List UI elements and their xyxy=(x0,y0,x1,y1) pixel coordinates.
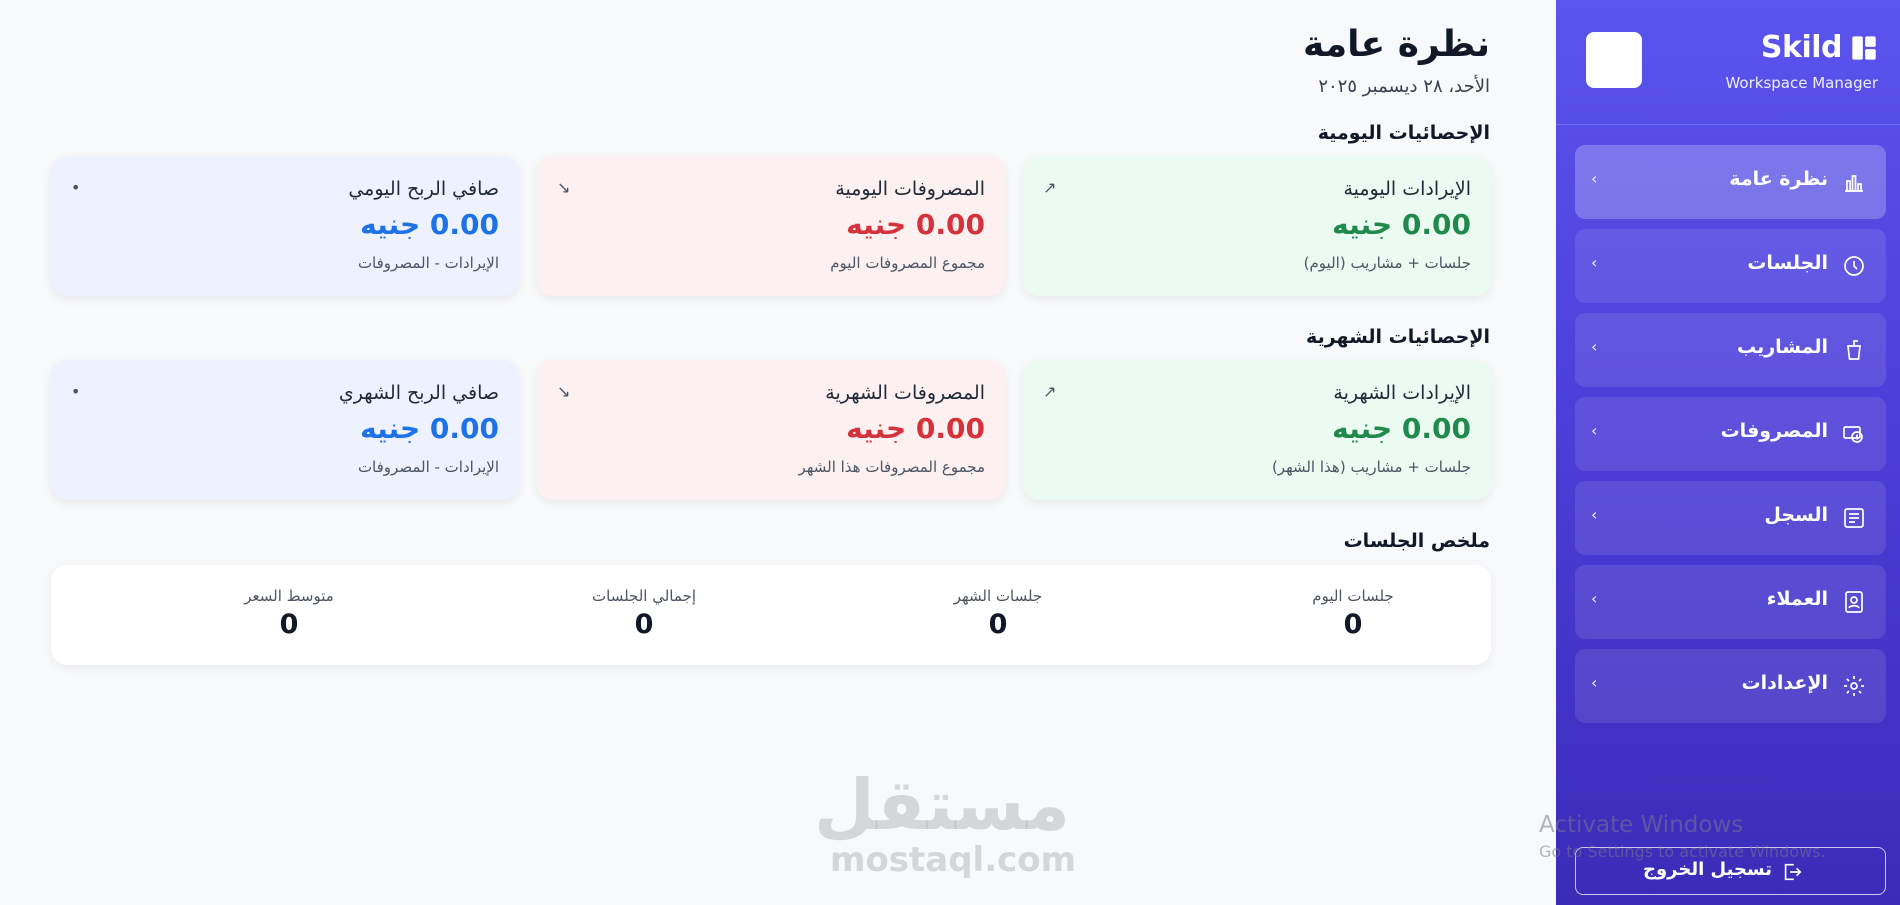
logout-button[interactable]: تسجيل الخروج xyxy=(1575,847,1886,895)
sidebar-divider xyxy=(1556,124,1900,125)
watermark: مستقل mostaql.com xyxy=(813,764,1077,880)
summary-label: إجمالي الجلسات xyxy=(592,587,696,605)
money-icon xyxy=(1843,426,1863,443)
card-value: 0.00 جنيه xyxy=(360,412,499,445)
trend-up-icon: ↗ xyxy=(1043,178,1057,197)
summary-label: جلسات الشهر xyxy=(953,587,1043,605)
sidebar-item-label: المشاريب xyxy=(1736,336,1828,358)
chevron-left-icon: ‹ xyxy=(1591,673,1598,692)
summary-value: 0 xyxy=(279,609,299,640)
card-subtitle: جلسات + مشاريب (اليوم) xyxy=(1303,254,1471,272)
card-title: صافي الربح اليومي xyxy=(348,178,499,200)
card-title: المصروفات الشهرية xyxy=(825,382,985,404)
gear-icon xyxy=(1844,676,1864,696)
watermark-domain: mostaql.com xyxy=(830,840,1077,880)
summary-total-sessions: إجمالي الجلسات 0 xyxy=(494,587,794,640)
daily-revenue-card: الإيرادات اليومية 0.00 جنيه جلسات + مشار… xyxy=(1023,156,1491,296)
daily-profit-card: صافي الربح اليومي 0.00 جنيه الإيرادات - … xyxy=(51,156,519,296)
card-subtitle: جلسات + مشاريب (هذا الشهر) xyxy=(1271,458,1471,476)
summary-value: 0 xyxy=(988,609,1008,640)
bar-chart-icon xyxy=(1845,175,1863,192)
card-subtitle: الإيرادات - المصروفات xyxy=(357,254,499,272)
card-value: 0.00 جنيه xyxy=(1332,412,1471,445)
daily-section-title: الإحصائيات اليومية xyxy=(1317,122,1490,144)
card-subtitle: مجموع المصروفات اليوم xyxy=(830,254,985,272)
contact-card-icon xyxy=(1845,591,1863,613)
sidebar-item-drinks[interactable]: المشاريب ‹ xyxy=(1575,313,1886,387)
summary-average-price: متوسط السعر 0 xyxy=(139,587,439,640)
logout-icon xyxy=(1784,863,1802,881)
sessions-summary-panel: جلسات اليوم 0 جلسات الشهر 0 إجمالي الجلس… xyxy=(51,565,1491,665)
chevron-left-icon: ‹ xyxy=(1591,253,1598,272)
sidebar-item-label: العملاء xyxy=(1766,588,1828,610)
brand-name: Skild xyxy=(1760,30,1843,65)
avatar[interactable] xyxy=(1586,32,1642,88)
sidebar-item-sessions[interactable]: الجلسات ‹ xyxy=(1575,229,1886,303)
trend-up-icon: ↗ xyxy=(1043,382,1057,401)
page-date: الأحد، ٢٨ ديسمبر ٢٠٢٥ xyxy=(1318,76,1490,97)
card-title: الإيرادات الشهرية xyxy=(1333,382,1471,404)
main-content: نظرة عامة الأحد، ٢٨ ديسمبر ٢٠٢٥ الإحصائي… xyxy=(0,0,1556,905)
daily-expenses-card: المصروفات اليومية 0.00 جنيه مجموع المصرو… xyxy=(537,156,1005,296)
sidebar-item-label: نظرة عامة xyxy=(1729,168,1828,190)
brand-subtitle: Workspace Manager xyxy=(1725,74,1878,92)
trend-down-icon: ↘ xyxy=(557,382,571,401)
trend-down-icon: ↘ xyxy=(557,178,571,197)
clock-icon xyxy=(1844,256,1864,276)
card-subtitle: الإيرادات - المصروفات xyxy=(357,458,499,476)
card-value: 0.00 جنيه xyxy=(1332,208,1471,241)
card-value: 0.00 جنيه xyxy=(360,208,499,241)
chevron-left-icon: ‹ xyxy=(1591,421,1598,440)
card-value: 0.00 جنيه xyxy=(846,412,985,445)
sidebar-item-settings[interactable]: الإعدادات ‹ xyxy=(1575,649,1886,723)
card-title: المصروفات اليومية xyxy=(835,178,985,200)
sidebar: Skild Workspace Manager نظرة عامة ‹ الجل… xyxy=(1556,0,1900,905)
chevron-left-icon: ‹ xyxy=(1591,505,1598,524)
sidebar-item-label: الجلسات xyxy=(1747,252,1828,274)
sidebar-item-customers[interactable]: العملاء ‹ xyxy=(1575,565,1886,639)
watermark-arabic: مستقل xyxy=(813,764,1070,846)
card-title: الإيرادات اليومية xyxy=(1343,178,1471,200)
summary-label: جلسات اليوم xyxy=(1312,587,1394,605)
sidebar-item-expenses[interactable]: المصروفات ‹ xyxy=(1575,397,1886,471)
summary-month-sessions: جلسات الشهر 0 xyxy=(848,587,1148,640)
sidebar-item-label: السجل xyxy=(1764,504,1828,526)
summary-label: متوسط السعر xyxy=(244,587,334,605)
page-title: نظرة عامة xyxy=(1303,24,1490,65)
sidebar-nav: نظرة عامة ‹ الجلسات ‹ المشاريب ‹ المصروف… xyxy=(1575,145,1886,733)
brand-row: Skild xyxy=(1761,30,1878,65)
sidebar-item-label: الإعدادات xyxy=(1741,672,1828,694)
summary-today-sessions: جلسات اليوم 0 xyxy=(1203,587,1503,640)
card-subtitle: مجموع المصروفات هذا الشهر xyxy=(798,458,985,476)
chevron-left-icon: ‹ xyxy=(1591,589,1598,608)
monthly-profit-card: صافي الربح الشهري 0.00 جنيه الإيرادات - … xyxy=(51,360,519,500)
sidebar-item-log[interactable]: السجل ‹ xyxy=(1575,481,1886,555)
monthly-expenses-card: المصروفات الشهرية 0.00 جنيه مجموع المصرو… xyxy=(537,360,1005,500)
sidebar-item-label: المصروفات xyxy=(1720,420,1828,442)
summary-section-title: ملخص الجلسات xyxy=(1343,530,1490,552)
summary-value: 0 xyxy=(634,609,654,640)
dot-icon: • xyxy=(71,178,81,197)
card-title: صافي الربح الشهري xyxy=(338,382,499,404)
dot-icon: • xyxy=(71,382,81,401)
sidebar-item-overview[interactable]: نظرة عامة ‹ xyxy=(1575,145,1886,219)
cup-icon xyxy=(1847,340,1861,360)
monthly-revenue-card: الإيرادات الشهرية 0.00 جنيه جلسات + مشار… xyxy=(1023,360,1491,500)
monthly-section-title: الإحصائيات الشهرية xyxy=(1306,326,1490,348)
logout-label: تسجيل الخروج xyxy=(1643,859,1772,880)
receipt-icon xyxy=(1844,508,1864,528)
dashboard-logo-icon xyxy=(1852,35,1876,60)
chevron-left-icon: ‹ xyxy=(1591,169,1598,188)
chevron-left-icon: ‹ xyxy=(1591,337,1598,356)
card-value: 0.00 جنيه xyxy=(846,208,985,241)
summary-value: 0 xyxy=(1343,609,1363,640)
